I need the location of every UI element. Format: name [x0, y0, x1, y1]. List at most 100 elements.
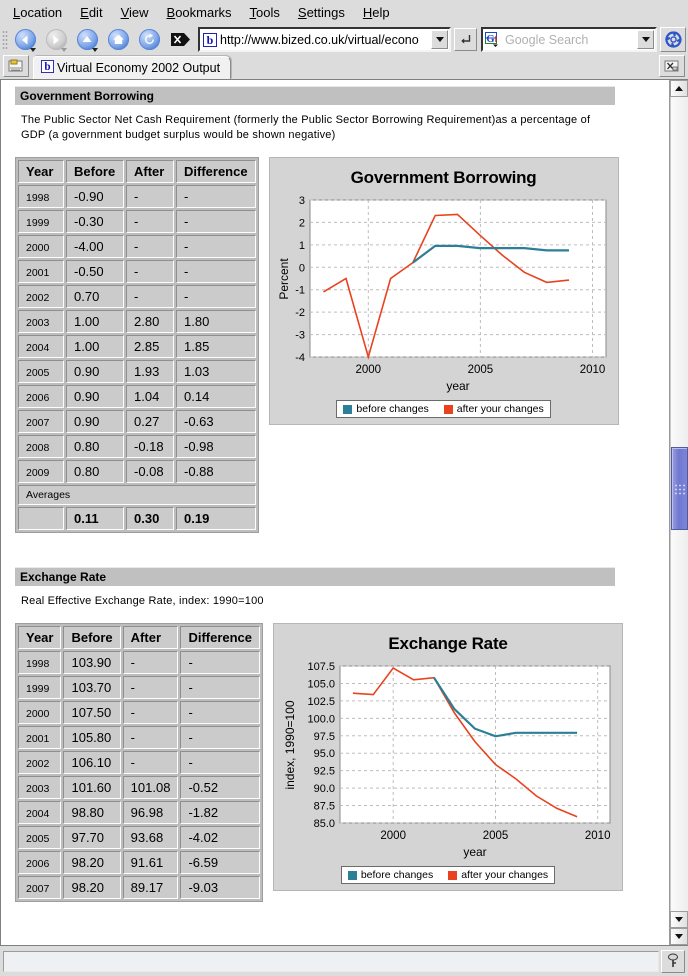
svg-text:90.0: 90.0 — [314, 783, 335, 795]
cell-after: 96.98 — [122, 801, 179, 824]
scrollbar-track[interactable] — [670, 97, 688, 911]
menu-tools[interactable]: Tools — [241, 3, 289, 22]
menu-help[interactable]: Help — [354, 3, 399, 22]
cell-after: 93.68 — [122, 826, 179, 849]
legend-swatch-before — [347, 870, 357, 880]
back-button[interactable] — [10, 26, 40, 54]
tab-close-button[interactable] — [659, 55, 685, 77]
svg-text:2010: 2010 — [579, 364, 605, 376]
arrow-up-icon — [675, 86, 683, 91]
cell-before: 97.70 — [63, 826, 121, 849]
tab-virtual-economy-2002-output[interactable]: b Virtual Economy 2002 Output — [33, 56, 232, 79]
address-bar[interactable]: b http://www.bized.co.uk/virtual/econo — [198, 27, 451, 52]
cell-year: 2003 — [18, 310, 64, 333]
search-input[interactable]: Google Search — [503, 33, 637, 47]
cell-before: 1.00 — [66, 335, 124, 358]
go-button[interactable] — [454, 28, 477, 51]
cell-year: 2008 — [18, 435, 64, 458]
cell-after: 1.93 — [126, 360, 174, 383]
scroll-down-button-2[interactable] — [670, 928, 688, 945]
menu-bookmarks[interactable]: Bookmarks — [158, 3, 241, 22]
cell-after: - — [126, 235, 174, 258]
search-bar[interactable]: G Google Search — [481, 27, 657, 52]
menu-settings[interactable]: Settings — [289, 3, 354, 22]
cell-difference: - — [176, 210, 256, 233]
cell-before: 0.90 — [66, 385, 124, 408]
cell-after: 2.85 — [126, 335, 174, 358]
scroll-up-button[interactable] — [670, 80, 688, 97]
cell-year: 2007 — [18, 876, 62, 899]
chart-title: Exchange Rate — [388, 634, 508, 653]
chart-svg: 107.5 105.0 102.5 100.0 97.5 95.0 92.5 9… — [283, 661, 611, 859]
cell-after: 101.08 — [122, 776, 179, 799]
cell-before: 105.80 — [63, 726, 121, 749]
table-government-borrowing: Year Before After Difference 1998 -0.90- -… — [15, 157, 259, 533]
section-heading-exchange-rate: Exchange Rate — [15, 567, 615, 586]
cell-after: - — [126, 185, 174, 208]
cell-before: 98.80 — [63, 801, 121, 824]
cell-after: 91.61 — [122, 851, 179, 874]
up-button[interactable] — [72, 26, 102, 54]
status-text — [3, 950, 659, 972]
svg-text:2: 2 — [298, 217, 304, 229]
menu-location[interactable]: LLocationocation — [4, 3, 71, 22]
section-heading-government-borrowing: Government Borrowing — [15, 86, 615, 105]
navigation-toolbar: b http://www.bized.co.uk/virtual/econo G — [0, 25, 688, 54]
scrollbar-thumb[interactable] — [671, 447, 688, 531]
cell-difference: - — [180, 676, 261, 699]
stop-button[interactable] — [165, 26, 195, 54]
svg-text:G: G — [486, 34, 494, 45]
cell-year: 2007 — [18, 410, 64, 433]
toolbar-grip[interactable] — [2, 29, 8, 50]
table-header-row: Year Before After Difference — [18, 626, 261, 649]
reload-button[interactable] — [134, 26, 164, 54]
konqueror-window: LLocationocation Edit View Bookmarks Too… — [0, 0, 688, 976]
up-dropdown-icon[interactable] — [92, 47, 98, 52]
table-row: 2003 101.60 101.08 -0.52 — [18, 776, 261, 799]
cell-difference: - — [176, 285, 256, 308]
cell-before: 98.20 — [63, 876, 121, 899]
cell-difference: -1.82 — [180, 801, 261, 824]
menu-edit[interactable]: Edit — [71, 3, 111, 22]
statusbar — [0, 946, 688, 976]
svg-text:2005: 2005 — [467, 364, 493, 376]
cell-before: 1.00 — [66, 310, 124, 333]
table-row: 1998 -0.90- - — [18, 185, 256, 208]
address-input[interactable]: http://www.bized.co.uk/virtual/econo — [219, 33, 431, 47]
security-status-button[interactable] — [661, 949, 685, 973]
cell-year: 2005 — [18, 826, 62, 849]
search-engine-dropdown[interactable] — [637, 30, 654, 49]
konqueror-button[interactable] — [660, 27, 686, 52]
section-row-government-borrowing: Year Before After Difference 1998 -0.90- -… — [15, 157, 659, 533]
section-row-exchange-rate: Year Before After Difference 1998 103.90-… — [15, 623, 659, 902]
cell-year: 2002 — [18, 285, 64, 308]
scroll-down-button[interactable] — [670, 911, 688, 928]
chevron-down-icon — [641, 37, 650, 42]
back-dropdown-icon[interactable] — [30, 47, 36, 52]
chart-government-borrowing: Government Borrowing 3 2 1 0 -1 -2 -3 -4… — [268, 157, 619, 425]
cell-year: 2000 — [18, 701, 62, 724]
vertical-scrollbar[interactable] — [669, 80, 688, 945]
svg-text:2000: 2000 — [355, 364, 381, 376]
google-g-icon[interactable]: G — [483, 32, 503, 47]
cell-difference: - — [176, 260, 256, 283]
home-button[interactable] — [103, 26, 133, 54]
svg-text:2010: 2010 — [585, 830, 611, 842]
chart-ylabel: Percent — [277, 258, 291, 300]
menubar: LLocationocation Edit View Bookmarks Too… — [0, 0, 688, 25]
cell-after: -0.18 — [126, 435, 174, 458]
table-row: 2006 98.20 91.61 -6.59 — [18, 851, 261, 874]
table-row: 2001 105.80- - — [18, 726, 261, 749]
svg-text:100.0: 100.0 — [307, 713, 335, 725]
cell-after: - — [126, 260, 174, 283]
svg-text:2000: 2000 — [380, 830, 406, 842]
tab-list-button[interactable] — [3, 55, 29, 77]
cell-after: - — [122, 726, 179, 749]
cell-after: - — [122, 751, 179, 774]
cell-after: - — [122, 701, 179, 724]
cell-average-year — [18, 507, 64, 530]
svg-text:1: 1 — [298, 240, 304, 252]
cell-average-difference: 0.19 — [176, 507, 256, 530]
menu-view[interactable]: View — [112, 3, 158, 22]
address-dropdown-button[interactable] — [431, 30, 448, 49]
